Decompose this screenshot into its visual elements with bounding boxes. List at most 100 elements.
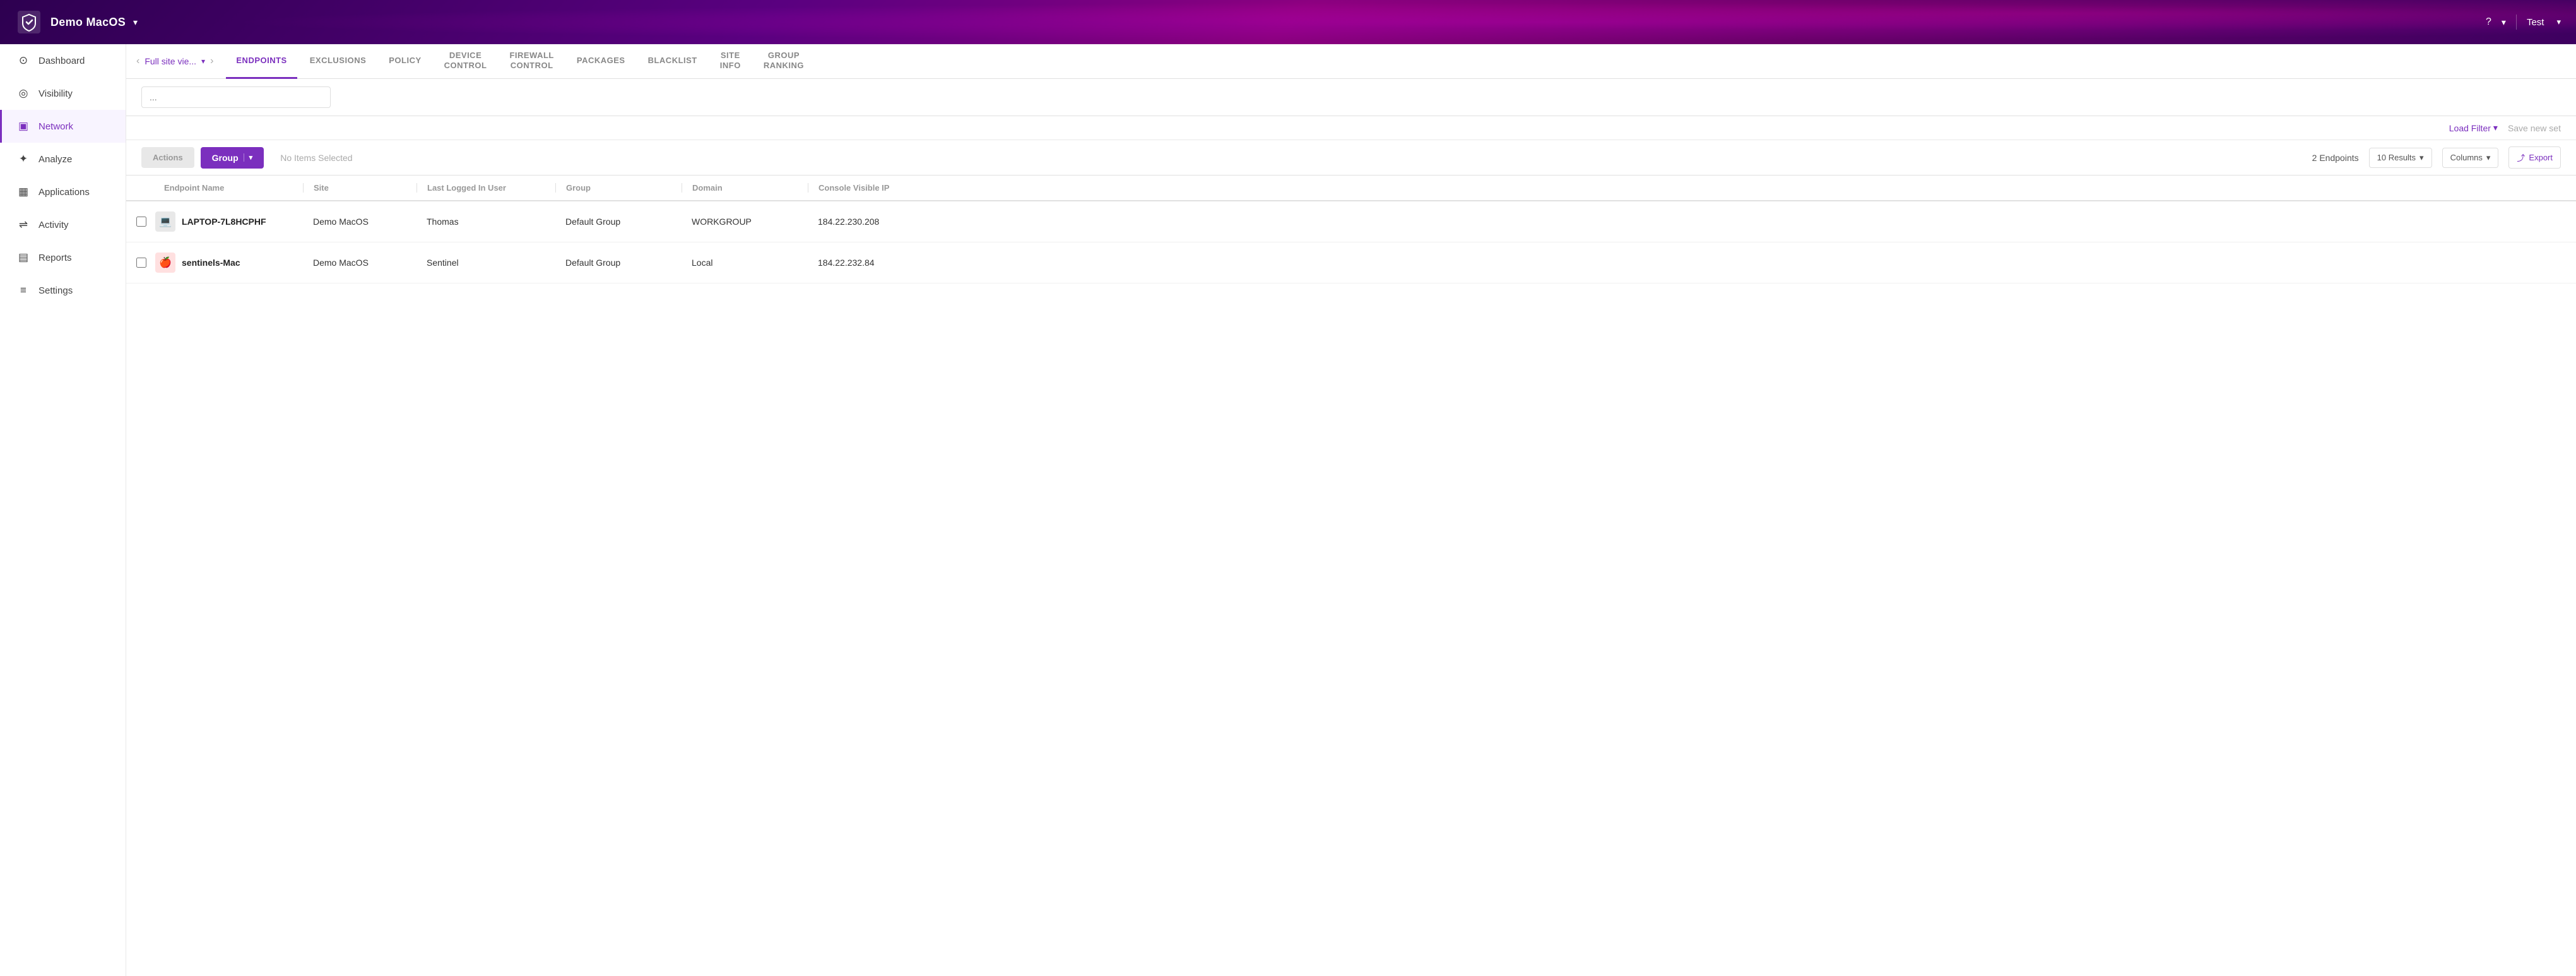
logo[interactable]	[15, 8, 43, 36]
endpoint-icon-2: 🍎	[155, 253, 175, 273]
tab-site-info-label: SITEINFO	[720, 51, 741, 70]
sidebar-item-activity[interactable]: ⇌ Activity	[0, 208, 126, 241]
sidebar-item-dashboard[interactable]: ⊙ Dashboard	[0, 44, 126, 77]
columns-arrow: ▾	[2486, 153, 2491, 163]
help-icon[interactable]: ?	[2486, 16, 2491, 28]
th-group: Group	[555, 183, 682, 193]
tab-firewall-control-label: FIREWALLCONTROL	[509, 51, 553, 70]
table-header: Endpoint Name Site Last Logged In User G…	[126, 176, 2576, 201]
td-site-2: Demo MacOS	[303, 247, 417, 278]
tab-policy[interactable]: POLICY	[379, 44, 431, 79]
th-domain: Domain	[682, 183, 808, 193]
breadcrumb-left-arrow[interactable]: ‹	[136, 56, 139, 67]
breadcrumb-text[interactable]: Full site vie...	[145, 56, 196, 66]
export-icon: ⤴	[2517, 152, 2525, 164]
content-area: ‹ Full site vie... ▾ › ENDPOINTS EXCLUSI…	[126, 44, 2576, 976]
tab-site-info[interactable]: SITEINFO	[710, 44, 751, 79]
sidebar-item-applications[interactable]: ▦ Applications	[0, 176, 126, 208]
td-domain-1: WORKGROUP	[682, 206, 808, 237]
filter-save-bar: Load Filter ▾ Save new set	[126, 116, 2576, 140]
tab-group-ranking-label: GROUPRANKING	[764, 51, 804, 70]
results-arrow: ▾	[2419, 153, 2424, 163]
load-filter-label: Load Filter	[2449, 123, 2491, 133]
sidebar-label-reports: Reports	[38, 253, 72, 263]
columns-label: Columns	[2450, 153, 2483, 162]
sidebar-item-analyze[interactable]: ✦ Analyze	[0, 143, 126, 176]
sidebar-item-reports[interactable]: ▤ Reports	[0, 241, 126, 274]
tab-group-ranking[interactable]: GROUPRANKING	[753, 44, 814, 79]
export-button[interactable]: ⤴ Export	[2508, 146, 2561, 169]
actions-button[interactable]: Actions	[141, 147, 194, 168]
td-domain-2: Local	[682, 247, 808, 278]
row-1-checkbox[interactable]	[136, 217, 146, 227]
activity-icon: ⇌	[17, 218, 30, 231]
group-button[interactable]: Group ▾	[201, 147, 264, 169]
load-filter-button[interactable]: Load Filter ▾	[2449, 122, 2498, 133]
dashboard-icon: ⊙	[17, 54, 30, 67]
settings-icon: ≡	[17, 284, 30, 297]
tab-exclusions[interactable]: EXCLUSIONS	[300, 44, 377, 79]
sidebar-label-network: Network	[38, 121, 73, 132]
sidebar-item-network[interactable]: ▣ Network	[0, 110, 126, 143]
table-row[interactable]: 🍎 sentinels-Mac Demo MacOS Sentinel Defa…	[126, 242, 2576, 283]
save-new-set-button[interactable]: Save new set	[2508, 123, 2561, 133]
breadcrumb: ‹ Full site vie... ▾ ›	[136, 56, 213, 67]
group-button-arrow: ▾	[244, 153, 253, 162]
sidebar-label-dashboard: Dashboard	[38, 56, 85, 66]
breadcrumb-right-arrow[interactable]: ›	[210, 56, 213, 67]
td-group-2: Default Group	[555, 247, 682, 278]
td-user-1: Thomas	[417, 206, 555, 237]
table-row[interactable]: 💻 LAPTOP-7L8HCPHF Demo MacOS Thomas Defa…	[126, 201, 2576, 242]
sidebar-label-activity: Activity	[38, 220, 69, 230]
header-divider	[2516, 15, 2517, 30]
user-menu[interactable]: Test	[2527, 17, 2544, 28]
th-console-visible-ip: Console Visible IP	[808, 183, 2576, 193]
sidebar-label-settings: Settings	[38, 285, 73, 296]
td-user-2: Sentinel	[417, 247, 555, 278]
endpoint-name-2: sentinels-Mac	[182, 258, 240, 268]
site-name: Demo MacOS	[50, 16, 126, 29]
tab-device-control[interactable]: DEVICECONTROL	[434, 44, 497, 79]
breadcrumb-dropdown-arrow[interactable]: ▾	[201, 57, 205, 66]
th-endpoint-name: Endpoint Name	[126, 183, 303, 193]
columns-button[interactable]: Columns ▾	[2442, 148, 2499, 168]
td-group-1: Default Group	[555, 206, 682, 237]
sidebar-label-visibility: Visibility	[38, 88, 73, 99]
load-filter-arrow: ▾	[2493, 122, 2498, 133]
site-dropdown-arrow[interactable]: ▾	[133, 17, 138, 28]
actions-left: Actions Group ▾ No Items Selected	[141, 147, 353, 169]
th-site: Site	[303, 183, 417, 193]
actions-right: 2 Endpoints 10 Results ▾ Columns ▾ ⤴ Exp…	[2312, 146, 2561, 169]
actions-bar: Actions Group ▾ No Items Selected 2 Endp…	[126, 140, 2576, 176]
header-chevron-icon[interactable]: ▾	[2502, 17, 2506, 28]
tab-endpoints[interactable]: ENDPOINTS	[226, 44, 297, 79]
header-right: ? ▾ Test ▾	[2486, 15, 2561, 30]
tab-packages-label: PACKAGES	[577, 56, 625, 65]
applications-icon: ▦	[17, 186, 30, 198]
tab-exclusions-label: EXCLUSIONS	[310, 56, 367, 65]
row-2-checkbox[interactable]	[136, 258, 146, 268]
tab-nav: ‹ Full site vie... ▾ › ENDPOINTS EXCLUSI…	[126, 44, 2576, 79]
tab-packages[interactable]: PACKAGES	[567, 44, 635, 79]
analyze-icon: ✦	[17, 153, 30, 165]
sidebar-item-settings[interactable]: ≡ Settings	[0, 274, 126, 307]
tab-blacklist-label: BLACKLIST	[648, 56, 697, 65]
sidebar-item-visibility[interactable]: ◎ Visibility	[0, 77, 126, 110]
results-label: 10 Results	[2377, 153, 2416, 162]
td-endpoint-name-2: 🍎 sentinels-Mac	[126, 242, 303, 283]
td-endpoint-name-1: 💻 LAPTOP-7L8HCPHF	[126, 201, 303, 242]
tab-blacklist[interactable]: BLACKLIST	[638, 44, 707, 79]
user-dropdown-arrow[interactable]: ▾	[2556, 17, 2561, 27]
network-icon: ▣	[17, 120, 30, 133]
export-label: Export	[2529, 153, 2553, 162]
results-button[interactable]: 10 Results ▾	[2369, 148, 2432, 168]
endpoint-name-1: LAPTOP-7L8HCPHF	[182, 217, 266, 227]
tab-firewall-control[interactable]: FIREWALLCONTROL	[499, 44, 564, 79]
tab-device-control-label: DEVICECONTROL	[444, 51, 487, 70]
endpoint-icon-1: 💻	[155, 211, 175, 232]
tab-policy-label: POLICY	[389, 56, 421, 65]
sidebar-label-analyze: Analyze	[38, 154, 72, 165]
header-left: Demo MacOS ▾	[15, 8, 138, 36]
filter-input[interactable]	[141, 86, 331, 108]
top-header: Demo MacOS ▾ ? ▾ Test ▾	[0, 0, 2576, 44]
